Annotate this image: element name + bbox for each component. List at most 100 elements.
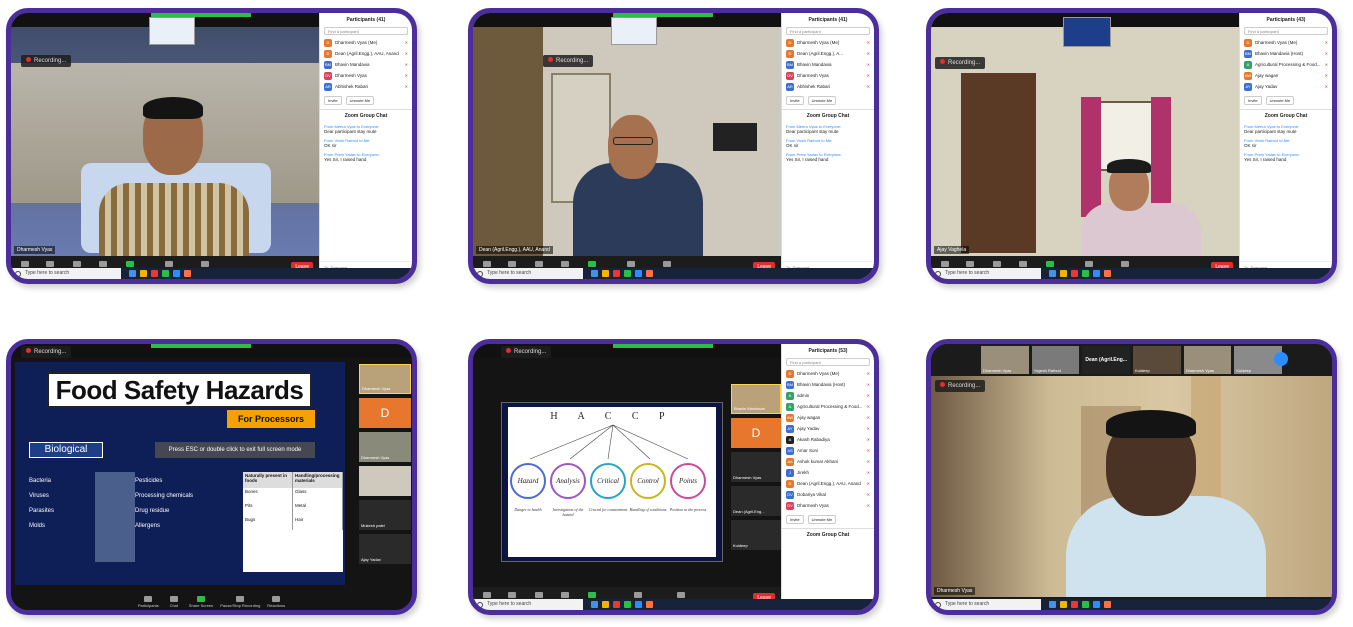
mic-muted-icon[interactable]: ✕ xyxy=(867,62,870,67)
mic-muted-icon[interactable]: ✕ xyxy=(1325,73,1328,78)
participant-row[interactable]: DV Dobariya Vikal ✕ xyxy=(782,489,874,500)
participant-row[interactable]: D Dharmesh Vyas (Me) ✕ xyxy=(782,37,874,48)
taskbar-search[interactable]: Type here to search xyxy=(473,268,583,279)
shared-screen-thumbnail xyxy=(149,17,195,45)
thumbnail[interactable]: Bhavin Mandavia xyxy=(731,384,781,414)
mic-muted-icon[interactable]: ✕ xyxy=(867,371,870,376)
mic-muted-icon[interactable]: ✕ xyxy=(867,393,870,398)
mic-muted-icon[interactable]: ✕ xyxy=(1325,62,1328,67)
mic-muted-icon[interactable]: ✕ xyxy=(405,73,408,78)
thumbnail[interactable]: D xyxy=(731,418,781,448)
thumbnail[interactable]: Dharmesh Vyas xyxy=(359,364,411,394)
mic-muted-icon[interactable]: ✕ xyxy=(405,62,408,67)
taskbar-search[interactable]: Type here to search xyxy=(931,268,1041,279)
participant-row[interactable]: D Dean (Agril.Engg.), AAU, Anand ✕ xyxy=(782,478,874,489)
mic-muted-icon[interactable]: ✕ xyxy=(867,84,870,89)
participant-name: Dobariya Vikal xyxy=(797,492,826,497)
gallery-tile[interactable]: Yogesh Rathod xyxy=(1031,346,1080,374)
mic-muted-icon[interactable]: ✕ xyxy=(867,51,870,56)
mic-muted-icon[interactable]: ✕ xyxy=(867,459,870,464)
participant-row[interactable]: Aadmin ✕ xyxy=(782,390,874,401)
participant-name: Bhavin Mandavia (Host) xyxy=(1255,51,1304,56)
participant-row[interactable]: DV Dharmesh Vyas ✕ xyxy=(782,500,874,511)
invite-button[interactable]: Invite xyxy=(1244,96,1262,105)
participant-row[interactable]: D Dharmesh Vyas (Me) ✕ xyxy=(782,368,874,379)
thumbnail[interactable]: Dharmesh Vyas xyxy=(359,432,411,462)
unmute-me-button[interactable]: Unmute Me xyxy=(345,96,375,105)
participant-row[interactable]: BM Bhavin Mandavia (Host) ✕ xyxy=(782,379,874,390)
invite-button[interactable]: Invite xyxy=(786,96,804,105)
participant-row[interactable]: AA Ashok kumar Akhani ✕ xyxy=(782,456,874,467)
mic-muted-icon[interactable]: ✕ xyxy=(867,40,870,45)
participant-row[interactable]: DV Dharmesh Vyas ✕ xyxy=(782,70,874,81)
participant-row[interactable]: J Jirekh ✕ xyxy=(782,467,874,478)
invite-button[interactable]: Invite xyxy=(324,96,342,105)
mic-muted-icon[interactable]: ✕ xyxy=(867,470,870,475)
thumbnail[interactable]: Kuldeep xyxy=(731,520,781,550)
participant-row[interactable]: DV Dharmesh Vyas ✕ xyxy=(320,70,412,81)
participant-row[interactable]: BM Bhavin Mandavia ✕ xyxy=(320,59,412,70)
participant-row[interactable]: AY Ajay Yadav ✕ xyxy=(782,423,874,434)
gallery-tile[interactable]: Dharmesh Vyas xyxy=(1183,346,1232,374)
gallery-tile[interactable]: Kuldeep xyxy=(1133,346,1181,374)
participant-row[interactable]: BM Bhavin Mandavia (Host) ✕ xyxy=(1240,48,1332,59)
thumbnail[interactable] xyxy=(359,466,411,496)
participant-row[interactable]: AR Abhishek Rabari ✕ xyxy=(782,81,874,92)
mic-muted-icon[interactable]: ✕ xyxy=(405,84,408,89)
participant-row[interactable]: D Dharmesh Vyas (Me) ✕ xyxy=(320,37,412,48)
taskbar-search[interactable]: Type here to search xyxy=(931,599,1041,610)
participant-row[interactable]: AW Ajay wagan ✕ xyxy=(782,412,874,423)
mic-muted-icon[interactable]: ✕ xyxy=(867,382,870,387)
find-participant-input[interactable]: Find a participant xyxy=(1244,27,1328,35)
mic-muted-icon[interactable]: ✕ xyxy=(867,73,870,78)
mic-muted-icon[interactable]: ✕ xyxy=(1325,40,1328,45)
mic-muted-icon[interactable]: ✕ xyxy=(405,51,408,56)
find-participant-input[interactable]: Find a participant xyxy=(786,358,870,366)
pause-recording-button[interactable]: Pause/Stop Recording xyxy=(220,596,260,608)
chat-message: From Vivek Rathod to Me: OK sir xyxy=(782,136,874,150)
participant-row[interactable]: D Dean (Agril.Engg.), A... ✕ xyxy=(782,48,874,59)
gallery-tile[interactable]: Dharmesh Vyas xyxy=(981,346,1029,374)
mic-muted-icon[interactable]: ✕ xyxy=(405,40,408,45)
participant-row[interactable]: BM Bhavin Mandavia ✕ xyxy=(782,59,874,70)
participant-row[interactable]: D Dharmesh Vyas (Me) ✕ xyxy=(1240,37,1332,48)
participant-row[interactable]: AY Ajay Yadav ✕ xyxy=(1240,81,1332,92)
participant-row[interactable]: A Agricultural Processing & Food... ✕ xyxy=(1240,59,1332,70)
participant-row[interactable]: A Agricultural Processing & Food... ✕ xyxy=(782,401,874,412)
invite-button[interactable]: Invite xyxy=(786,515,804,524)
thumbnail[interactable]: Dean (Agril.Eng... xyxy=(731,486,781,516)
chat-button[interactable]: Chat xyxy=(166,596,182,608)
mic-muted-icon[interactable]: ✕ xyxy=(867,404,870,409)
next-page-icon[interactable] xyxy=(1274,352,1288,366)
unmute-me-button[interactable]: Unmute Me xyxy=(807,515,837,524)
participant-row[interactable]: AR Abhishek Rabari ✕ xyxy=(320,81,412,92)
unmute-me-button[interactable]: Unmute Me xyxy=(807,96,837,105)
reactions-button[interactable]: Reactions xyxy=(267,596,285,608)
participant-row[interactable]: AW Ajay wagan ✕ xyxy=(1240,70,1332,81)
mic-muted-icon[interactable]: ✕ xyxy=(867,448,870,453)
participant-row[interactable]: AS Amar Soni ✕ xyxy=(782,445,874,456)
mic-muted-icon[interactable]: ✕ xyxy=(867,503,870,508)
find-participant-input[interactable]: Find a participant xyxy=(324,27,408,35)
mic-muted-icon[interactable]: ✕ xyxy=(1325,84,1328,89)
gallery-tile[interactable]: Dean (Agril.Eng... xyxy=(1082,346,1131,374)
participant-row[interactable]: A Akash Rabadiya ✕ xyxy=(782,434,874,445)
find-participant-input[interactable]: Find a participant xyxy=(786,27,870,35)
participants-button[interactable]: Participants xyxy=(138,596,159,608)
tv-screen xyxy=(713,123,757,151)
thumbnail[interactable]: Mukesh patel xyxy=(359,500,411,530)
mic-muted-icon[interactable]: ✕ xyxy=(867,426,870,431)
thumbnail[interactable]: Dharmesh Vyas xyxy=(731,452,781,482)
thumbnail[interactable]: Ajay Yadav xyxy=(359,534,411,564)
mic-muted-icon[interactable]: ✕ xyxy=(867,481,870,486)
share-screen-button[interactable]: Share Screen xyxy=(189,596,213,608)
participant-row[interactable]: D Dean (Agril.Engg.), AAU, Anand ✕ xyxy=(320,48,412,59)
taskbar-search[interactable]: Type here to search xyxy=(473,599,583,610)
mic-muted-icon[interactable]: ✕ xyxy=(867,415,870,420)
mic-muted-icon[interactable]: ✕ xyxy=(867,437,870,442)
taskbar-search[interactable]: Type here to search xyxy=(11,268,121,279)
mic-muted-icon[interactable]: ✕ xyxy=(1325,51,1328,56)
mic-muted-icon[interactable]: ✕ xyxy=(867,492,870,497)
thumbnail[interactable]: D xyxy=(359,398,411,428)
unmute-me-button[interactable]: Unmute Me xyxy=(1265,96,1295,105)
